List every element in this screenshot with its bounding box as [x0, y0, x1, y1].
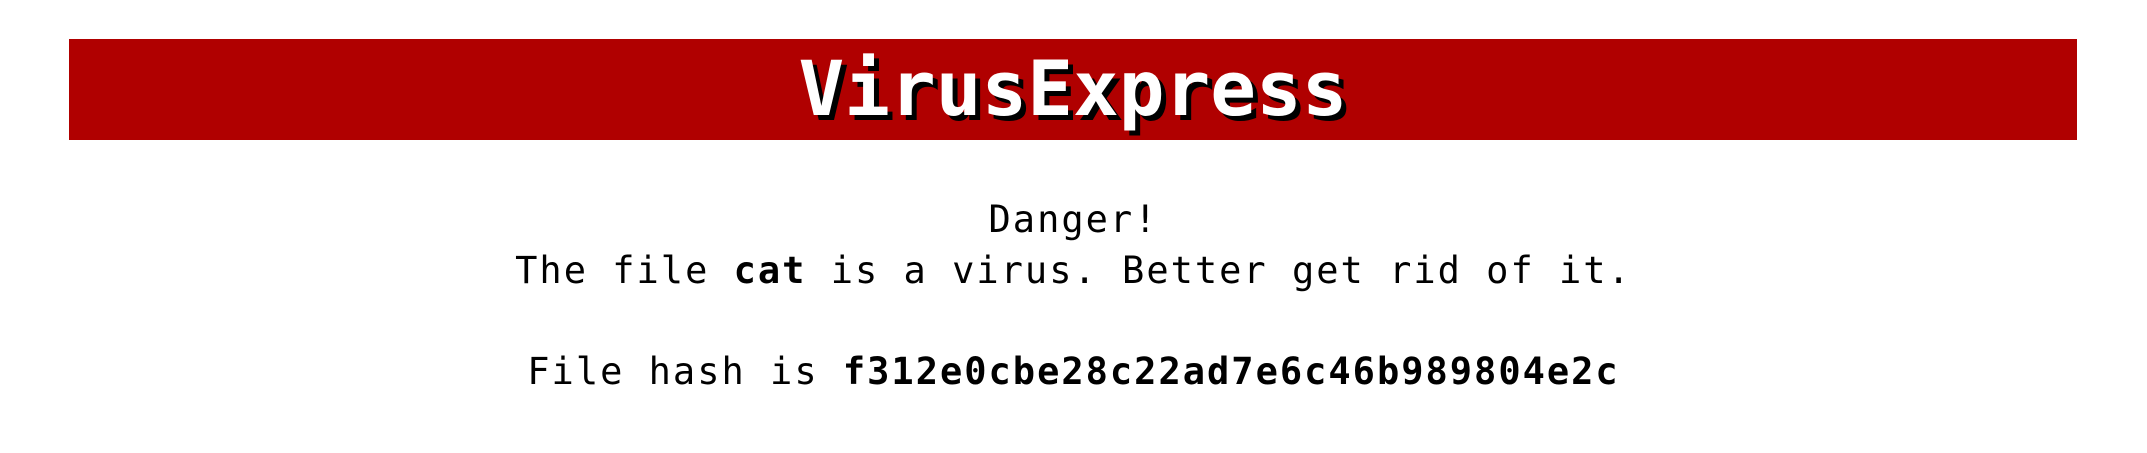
app-title: VirusExpress: [798, 43, 1348, 133]
danger-heading: Danger!: [988, 198, 1159, 241]
alert-panel: Danger! The file cat is a virus. Better …: [0, 194, 2147, 397]
file-name: cat: [733, 249, 807, 292]
message-suffix: is a virus. Better get rid of it.: [806, 249, 1632, 292]
virus-message: The file cat is a virus. Better get rid …: [0, 245, 2147, 296]
hash-value: f312e0cbe28c22ad7e6c46b989804e2c: [842, 350, 1620, 393]
header-banner: VirusExpress: [69, 39, 2077, 140]
hash-label: File hash is: [527, 350, 843, 393]
hash-line: File hash is f312e0cbe28c22ad7e6c46b9898…: [0, 346, 2147, 397]
message-prefix: The file: [515, 249, 734, 292]
